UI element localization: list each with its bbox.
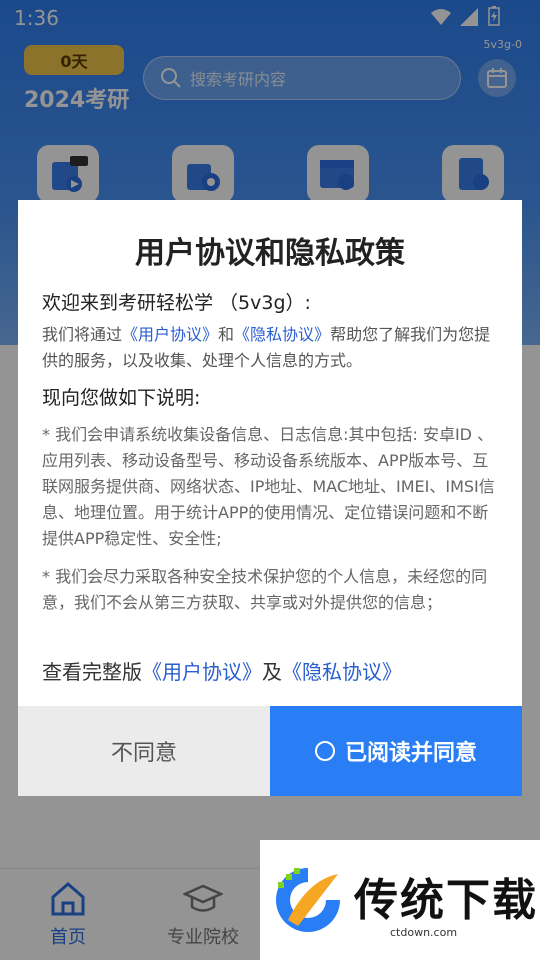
view-full-prefix: 查看完整版 <box>42 660 142 684</box>
brand-logo-icon <box>276 868 340 932</box>
agree-button[interactable]: 已阅读并同意 <box>270 706 522 796</box>
dialog-title: 用户协议和隐私政策 <box>135 236 405 271</box>
disagree-button[interactable]: 不同意 <box>18 706 270 796</box>
welcome-text: 欢迎来到考研轻松学 （5v3g）: <box>42 292 311 314</box>
agree-label: 已阅读并同意 <box>344 740 477 765</box>
full-user-agreement-link[interactable]: 《用户协议》 <box>142 660 262 684</box>
notice-bullet-1: * 我们会申请系统收集设备信息、日志信息:其中包括: 安卓ID 、应用列表、移动… <box>42 425 495 548</box>
section-heading: 现向您做如下说明: <box>42 387 201 409</box>
intro-prefix: 我们将通过 <box>42 325 123 344</box>
watermark-brand: 传统下载 <box>354 875 538 926</box>
privacy-agreement-link[interactable]: 《隐私协议》 <box>234 325 330 344</box>
intro-mid: 和 <box>218 325 235 344</box>
watermark: 传统下载 ctdown.com <box>260 840 540 960</box>
full-privacy-agreement-link[interactable]: 《隐私协议》 <box>282 660 402 684</box>
user-agreement-link[interactable]: 《用户协议》 <box>122 325 218 344</box>
privacy-dialog: 用户协议和隐私政策 欢迎来到考研轻松学 （5v3g）: 我们将通过《用户协议》和… <box>18 200 522 796</box>
radio-circle-icon <box>314 741 335 761</box>
notice-bullet-2: * 我们会尽力采取各种安全技术保护您的个人信息，未经您的同意，我们不会从第三方获… <box>42 567 488 612</box>
watermark-url: ctdown.com <box>390 926 458 939</box>
view-full-text: 查看完整版《用户协议》及《隐私协议》 <box>42 656 402 685</box>
intro-text: 我们将通过《用户协议》和《隐私协议》帮助您了解我们为您提供的服务，以及收集、处理… <box>42 322 502 374</box>
view-full-mid: 及 <box>262 660 282 684</box>
